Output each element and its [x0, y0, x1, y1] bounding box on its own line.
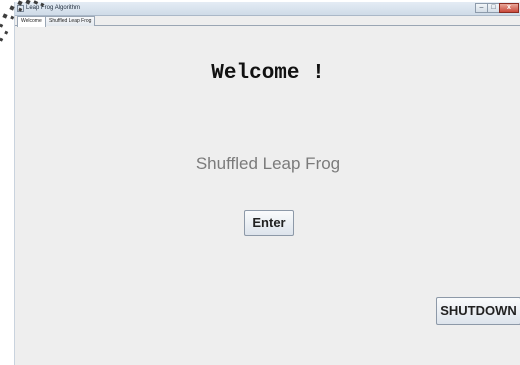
tab-content-welcome: Welcome ! Shuffled Leap Frog Enter SHUTD…	[15, 26, 520, 365]
subtitle-text: Shuffled Leap Frog	[195, 154, 341, 173]
tab-shuffled-leap-frog[interactable]: Shuffled Leap Frog	[45, 16, 96, 26]
corner-decoration	[0, 0, 45, 42]
shutdown-button[interactable]: SHUTDOWN	[436, 297, 520, 325]
tab-bar: Welcome Shuffled Leap Frog	[15, 16, 520, 27]
app-window: Leap Frog Algorithm – □ x Welcome Shuffl…	[14, 2, 520, 365]
welcome-heading: Welcome !	[211, 62, 325, 85]
window-controls: – □ x	[475, 3, 519, 14]
enter-button[interactable]: Enter	[244, 210, 294, 236]
title-bar[interactable]: Leap Frog Algorithm – □ x	[15, 2, 520, 16]
close-button[interactable]: x	[499, 3, 519, 13]
